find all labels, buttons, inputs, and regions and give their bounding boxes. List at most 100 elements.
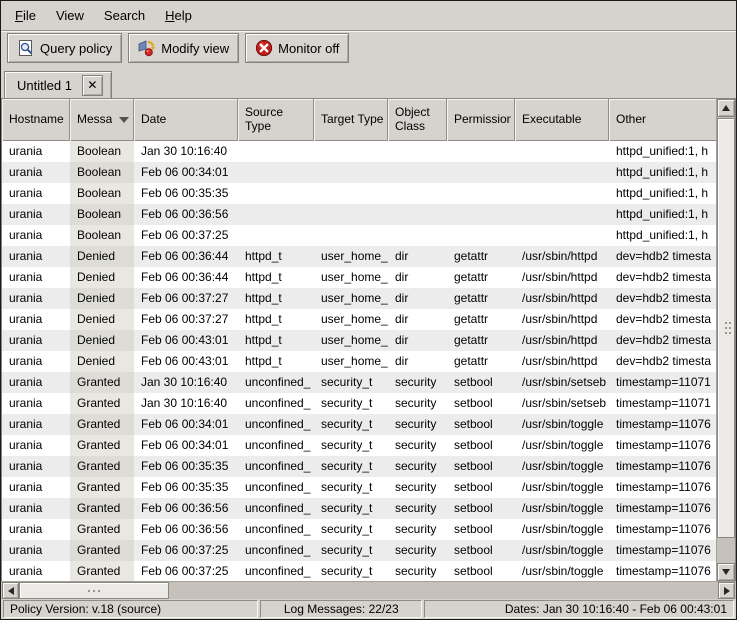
table-cell: unconfined_ xyxy=(238,540,314,561)
table-cell: Boolean xyxy=(70,162,134,183)
table-cell: security xyxy=(388,477,447,498)
menu-item-view[interactable]: View xyxy=(46,3,94,28)
table-cell: urania xyxy=(2,393,70,414)
query-policy-label: Query policy xyxy=(40,41,112,56)
table-cell: urania xyxy=(2,288,70,309)
horizontal-scrollbar[interactable] xyxy=(1,581,736,599)
table-cell: Feb 06 00:36:56 xyxy=(134,204,238,225)
table-cell: Feb 06 00:34:01 xyxy=(134,435,238,456)
column-header-hostname[interactable]: Hostname xyxy=(2,99,70,141)
vertical-scrollbar[interactable] xyxy=(716,99,735,581)
scroll-down-button[interactable] xyxy=(717,563,735,581)
scroll-right-button[interactable] xyxy=(718,582,735,599)
table-cell: /usr/sbin/httpd xyxy=(515,309,609,330)
horizontal-scrollbar-thumb[interactable] xyxy=(19,582,169,599)
table-cell: Boolean xyxy=(70,225,134,246)
table-cell: Denied xyxy=(70,330,134,351)
table-cell: Feb 06 00:34:01 xyxy=(134,162,238,183)
table-row[interactable]: uraniaGrantedJan 30 10:16:40unconfined_s… xyxy=(2,393,716,414)
table-cell: timestamp=11076 xyxy=(609,561,716,581)
scroll-left-button[interactable] xyxy=(2,582,19,599)
table-row[interactable]: uraniaGrantedFeb 06 00:36:56unconfined_s… xyxy=(2,519,716,540)
column-header-source-type[interactable]: Source Type xyxy=(238,99,314,141)
menu-item-help-label: elp xyxy=(175,8,192,23)
table-row[interactable]: uraniaBooleanFeb 06 00:37:25httpd_unifie… xyxy=(2,225,716,246)
table-cell: /usr/sbin/toggle xyxy=(515,540,609,561)
table-cell: /usr/sbin/httpd xyxy=(515,288,609,309)
table-cell: httpd_t xyxy=(238,330,314,351)
vertical-scrollbar-thumb[interactable] xyxy=(717,118,735,538)
table-cell: Feb 06 00:35:35 xyxy=(134,456,238,477)
table-row[interactable]: uraniaDeniedFeb 06 00:43:01httpd_tuser_h… xyxy=(2,351,716,372)
table-row[interactable]: uraniaDeniedFeb 06 00:37:27httpd_tuser_h… xyxy=(2,288,716,309)
table-row[interactable]: uraniaGrantedFeb 06 00:37:25unconfined_s… xyxy=(2,540,716,561)
table-row[interactable]: uraniaGrantedFeb 06 00:37:25unconfined_s… xyxy=(2,561,716,581)
table-cell: unconfined_ xyxy=(238,477,314,498)
column-header-permission[interactable]: Permission xyxy=(447,99,515,141)
table-cell: urania xyxy=(2,414,70,435)
column-header-date[interactable]: Date xyxy=(134,99,238,141)
table-cell: httpd_t xyxy=(238,246,314,267)
table-row[interactable]: uraniaBooleanFeb 06 00:34:01httpd_unifie… xyxy=(2,162,716,183)
table-cell: timestamp=11076 xyxy=(609,519,716,540)
table-cell: security xyxy=(388,561,447,581)
menu-item-search[interactable]: Search xyxy=(94,3,155,28)
table-row[interactable]: uraniaGrantedFeb 06 00:35:35unconfined_s… xyxy=(2,456,716,477)
table-cell: Feb 06 00:34:01 xyxy=(134,414,238,435)
table-row[interactable]: uraniaGrantedFeb 06 00:34:01unconfined_s… xyxy=(2,414,716,435)
table-cell: urania xyxy=(2,183,70,204)
table-cell: Granted xyxy=(70,414,134,435)
table-cell: security_t xyxy=(314,477,388,498)
table-row[interactable]: uraniaGrantedFeb 06 00:36:56unconfined_s… xyxy=(2,498,716,519)
table-cell: urania xyxy=(2,246,70,267)
table-cell: timestamp=11076 xyxy=(609,477,716,498)
table-cell: Jan 30 10:16:40 xyxy=(134,372,238,393)
table-row[interactable]: uraniaDeniedFeb 06 00:36:44httpd_tuser_h… xyxy=(2,246,716,267)
tab-close-button[interactable]: ✕ xyxy=(82,75,103,96)
table-cell: /usr/sbin/toggle xyxy=(515,414,609,435)
table-row[interactable]: uraniaBooleanFeb 06 00:36:56httpd_unifie… xyxy=(2,204,716,225)
table-cell: getattr xyxy=(447,267,515,288)
tab-untitled-1[interactable]: Untitled 1 ✕ xyxy=(4,71,112,98)
table-cell: setbool xyxy=(447,540,515,561)
table-cell: Granted xyxy=(70,372,134,393)
column-header-target-type[interactable]: Target Type xyxy=(314,99,388,141)
column-header-executable[interactable]: Executable xyxy=(515,99,609,141)
table-cell: /usr/sbin/toggle xyxy=(515,435,609,456)
menubar: File View Search Help xyxy=(1,1,736,31)
column-header-message[interactable]: Messa xyxy=(70,99,134,141)
table-cell: httpd_t xyxy=(238,288,314,309)
monitor-off-button[interactable]: Monitor off xyxy=(245,33,349,63)
table-cell: Granted xyxy=(70,477,134,498)
table-cell: /usr/sbin/toggle xyxy=(515,456,609,477)
modify-view-button[interactable]: Modify view xyxy=(128,33,239,63)
table-row[interactable]: uraniaGrantedJan 30 10:16:40unconfined_s… xyxy=(2,372,716,393)
query-policy-button[interactable]: Query policy xyxy=(7,33,122,63)
table-row[interactable]: uraniaGrantedFeb 06 00:35:35unconfined_s… xyxy=(2,477,716,498)
table-cell: urania xyxy=(2,498,70,519)
table-cell: Feb 06 00:37:25 xyxy=(134,561,238,581)
table-cell: Boolean xyxy=(70,183,134,204)
table-row[interactable]: uraniaDeniedFeb 06 00:37:27httpd_tuser_h… xyxy=(2,309,716,330)
table-cell: Jan 30 10:16:40 xyxy=(134,393,238,414)
table-row[interactable]: uraniaDeniedFeb 06 00:43:01httpd_tuser_h… xyxy=(2,330,716,351)
table-row[interactable]: uraniaBooleanJan 30 10:16:40httpd_unifie… xyxy=(2,141,716,162)
table-row[interactable]: uraniaBooleanFeb 06 00:35:35httpd_unifie… xyxy=(2,183,716,204)
table-cell: user_home_ xyxy=(314,351,388,372)
table-cell: /usr/sbin/toggle xyxy=(515,561,609,581)
table-row[interactable]: uraniaGrantedFeb 06 00:34:01unconfined_s… xyxy=(2,435,716,456)
column-header-other[interactable]: Other xyxy=(609,99,716,141)
scroll-down-icon xyxy=(722,569,730,575)
scroll-up-button[interactable] xyxy=(717,99,735,117)
table-cell: urania xyxy=(2,330,70,351)
table-row[interactable]: uraniaDeniedFeb 06 00:36:44httpd_tuser_h… xyxy=(2,267,716,288)
table-cell xyxy=(388,204,447,225)
column-header-object-class[interactable]: Object Class xyxy=(388,99,447,141)
tab-label: Untitled 1 xyxy=(17,78,72,93)
statusbar: Policy Version: v.18 (source) Log Messag… xyxy=(1,599,736,619)
table-body: uraniaBooleanJan 30 10:16:40httpd_unifie… xyxy=(2,141,716,581)
menu-item-help[interactable]: Help xyxy=(155,3,202,28)
menu-item-file[interactable]: File xyxy=(5,3,46,28)
table-cell: dir xyxy=(388,246,447,267)
app-window: { "menubar": { "items": [ { "label": "Fi… xyxy=(0,0,737,620)
